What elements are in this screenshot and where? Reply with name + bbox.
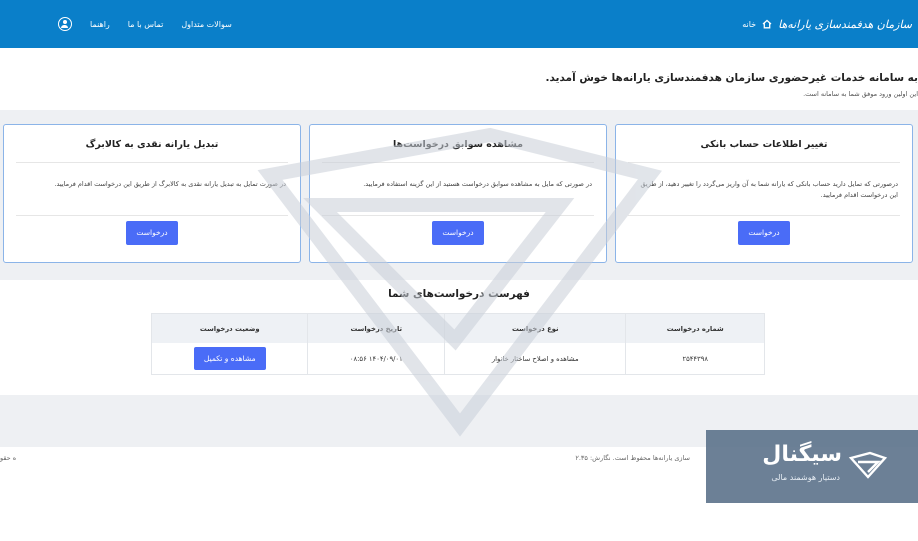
column-header: شماره درخواست — [625, 314, 764, 343]
signal-subtitle: دستیار هوشمند مالی — [771, 473, 840, 482]
card-convert-subsidy: تبدیل یارانه نقدی به کالابرگ در صورت تما… — [3, 124, 301, 263]
nav-link-guide[interactable]: راهنما — [90, 20, 110, 29]
card-title: تبدیل یارانه نقدی به کالابرگ — [85, 139, 219, 150]
divider — [322, 215, 594, 216]
request-button[interactable]: درخواست — [126, 221, 178, 245]
table-header: شماره درخواست نوع درخواست تاریخ درخواست … — [152, 314, 764, 343]
nav-link-faq[interactable]: سوالات متداول — [181, 20, 232, 29]
request-button[interactable]: درخواست — [432, 221, 484, 245]
divider — [628, 215, 900, 216]
request-status: مشاهده و تکمیل — [152, 343, 307, 374]
card-change-bank-account: تغییر اطلاعات حساب بانکی درصورتی که تمای… — [615, 124, 913, 263]
nav-link-contact[interactable]: تماس با ما — [128, 20, 164, 29]
column-header: وضعیت درخواست — [199, 324, 260, 333]
brand-logo[interactable]: سازمان هدفمندسازی یارانه‌ها — [778, 18, 912, 31]
card-description: در صورتی که مایل به مشاهده سوابق درخواست… — [363, 180, 592, 188]
card-description: درصورتی که تمایل دارید حساب بانکی که یار… — [640, 180, 898, 200]
signal-badge: سیگنال دستیار هوشمند مالی — [706, 430, 918, 503]
card-title: مشاهده سوابق درخواست‌ها — [392, 139, 524, 150]
signal-name: سیگنال — [762, 442, 842, 467]
view-and-complete-button[interactable]: مشاهده و تکمیل — [193, 347, 266, 370]
welcome-subtitle: این اولین ورود موفق شما به سامانه است. — [803, 90, 918, 98]
home-icon[interactable] — [762, 19, 772, 29]
welcome-title: به سامانه خدمات غیرحضوری سازمان هدفمندسا… — [545, 72, 918, 84]
requests-title: فهرست درخواست‌های شما — [388, 288, 530, 300]
column-header: تاریخ درخواست — [307, 314, 444, 343]
top-navbar: راهنما تماس با ما سوالات متداول سازمان ه… — [0, 0, 918, 48]
nav-link-home[interactable]: خانه — [742, 20, 756, 29]
footer-fragment: ه حقو — [0, 454, 17, 462]
request-date: ۱۴۰۴/۰۹/۰۱ ۰۸:۵۶ — [307, 343, 444, 374]
footer-copyright: سازی یارانه‌ها محفوظ است. نگارش: ۲.۳۵ — [575, 454, 690, 462]
navbar-links: راهنما تماس با ما سوالات متداول — [58, 0, 232, 48]
request-type: مشاهده و اصلاح ساختار خانوار — [444, 343, 625, 374]
welcome-message: به سامانه خدمات غیرحضوری سازمان هدفمندسا… — [418, 72, 918, 98]
request-button[interactable]: درخواست — [738, 221, 790, 245]
signal-logo-icon — [848, 451, 888, 479]
card-request-history: مشاهده سوابق درخواست‌ها در صورتی که مایل… — [309, 124, 607, 263]
table-row: ۲۵۴۴۳۹۸ مشاهده و اصلاح ساختار خانوار ۱۴۰… — [152, 343, 764, 374]
requests-table: شماره درخواست نوع درخواست تاریخ درخواست … — [151, 313, 765, 375]
request-number: ۲۵۴۴۳۹۸ — [625, 343, 764, 374]
navbar-brand-area: سازمان هدفمندسازی یارانه‌ها خانه — [742, 0, 912, 48]
divider — [16, 215, 288, 216]
user-icon[interactable] — [58, 17, 72, 31]
card-title: تغییر اطلاعات حساب بانکی — [700, 139, 828, 150]
column-header: نوع درخواست — [444, 314, 625, 343]
card-description: در صورت تمایل به تبدیل یارانه نقدی به کا… — [54, 180, 286, 188]
